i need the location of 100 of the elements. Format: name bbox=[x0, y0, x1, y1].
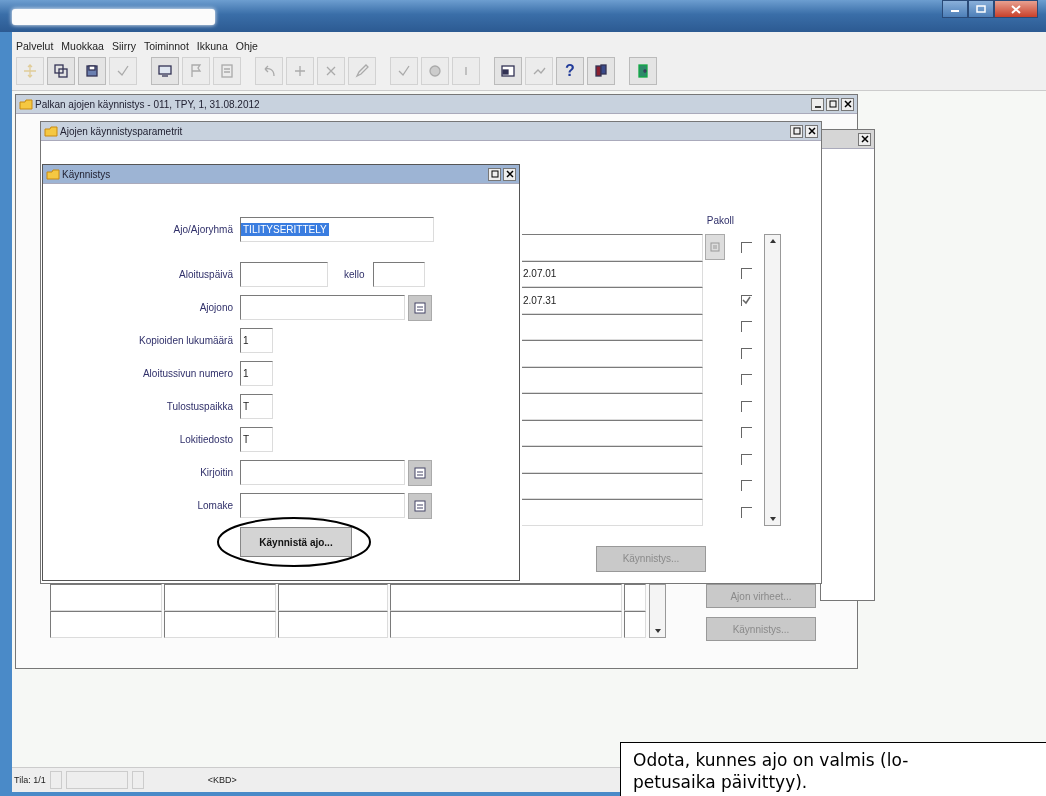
status-cell bbox=[65, 771, 128, 789]
window-icon bbox=[19, 98, 33, 110]
input-field[interactable]: 1 bbox=[240, 328, 273, 353]
arrows-icon bbox=[23, 64, 37, 78]
input-field[interactable]: T bbox=[240, 427, 273, 452]
maximize-button[interactable] bbox=[790, 124, 803, 138]
maximize-icon bbox=[976, 5, 986, 13]
status-text: <KBD> bbox=[207, 775, 237, 785]
list-button[interactable] bbox=[408, 492, 432, 519]
table-cell bbox=[624, 611, 646, 638]
menu-item[interactable]: Palvelut bbox=[16, 40, 54, 52]
field-label: kello bbox=[344, 269, 365, 280]
note-text: Odota, kunnes ajo on valmis (lo- petusaika päivittyy). bbox=[633, 749, 910, 793]
list-icon bbox=[414, 466, 426, 479]
maximize-button[interactable] bbox=[968, 0, 994, 18]
menu-item[interactable]: Ikkuna bbox=[196, 40, 228, 52]
menu-item[interactable]: Siirry bbox=[111, 40, 136, 52]
checkbox[interactable] bbox=[741, 506, 752, 518]
document-icon bbox=[220, 64, 234, 78]
checkbox[interactable] bbox=[741, 321, 752, 333]
input-field[interactable] bbox=[240, 493, 405, 518]
window-title: Palkan ajojen käynnistys - 011, TPY, 1, 31.08.2012 bbox=[35, 98, 260, 110]
menu-item[interactable]: Muokkaa bbox=[61, 40, 104, 52]
scrollbar[interactable] bbox=[649, 584, 666, 638]
toolbar-button[interactable]: ? bbox=[556, 57, 584, 85]
status-cell bbox=[49, 771, 62, 789]
input-field[interactable] bbox=[522, 499, 703, 526]
input-field[interactable] bbox=[240, 295, 405, 320]
scrollbar[interactable] bbox=[764, 233, 781, 526]
input-field[interactable]: TILITYSERITTELY bbox=[240, 217, 434, 242]
input-field[interactable]: T bbox=[240, 394, 273, 419]
input-field[interactable] bbox=[522, 313, 703, 340]
window-title: Ajojen käynnistysparametrit bbox=[60, 125, 183, 137]
close-button[interactable] bbox=[841, 97, 854, 111]
checkbox[interactable] bbox=[741, 374, 752, 386]
close-icon bbox=[1011, 4, 1021, 14]
window-title: Käynnistys bbox=[62, 168, 111, 180]
list-button[interactable] bbox=[408, 294, 432, 321]
field-label: Ajojono bbox=[198, 302, 233, 313]
field-label: Aloitussivun numero bbox=[141, 368, 233, 379]
input-field[interactable] bbox=[522, 393, 703, 420]
maximize-button[interactable] bbox=[826, 97, 839, 111]
books-icon bbox=[594, 64, 608, 78]
toolbar-button[interactable] bbox=[587, 57, 615, 85]
input-field[interactable]: 1 bbox=[240, 361, 273, 386]
checkbox[interactable] bbox=[741, 268, 752, 280]
list-button[interactable] bbox=[408, 459, 432, 486]
close-button[interactable] bbox=[994, 0, 1038, 18]
checkbox[interactable] bbox=[741, 453, 752, 465]
input-field[interactable] bbox=[522, 446, 703, 473]
minimize-button[interactable] bbox=[811, 97, 824, 111]
input-field[interactable] bbox=[522, 234, 703, 261]
checkbox[interactable] bbox=[741, 241, 752, 253]
checkbox[interactable] bbox=[741, 480, 752, 492]
maximize-button[interactable] bbox=[488, 167, 501, 181]
field-label: Kirjoitin bbox=[199, 467, 233, 478]
input-field[interactable] bbox=[522, 366, 703, 393]
save-icon bbox=[85, 64, 99, 78]
checkbox[interactable] bbox=[741, 400, 752, 412]
copy-icon bbox=[54, 64, 68, 78]
menu-item[interactable]: Ohje bbox=[235, 40, 258, 52]
input-field[interactable] bbox=[522, 472, 703, 499]
checkbox[interactable] bbox=[741, 347, 752, 359]
plus-icon bbox=[293, 64, 307, 78]
input-field[interactable] bbox=[240, 262, 328, 287]
list-icon bbox=[414, 301, 426, 314]
toolbar-button[interactable] bbox=[494, 57, 522, 85]
minimize-button[interactable] bbox=[942, 0, 968, 18]
window-icon bbox=[501, 64, 515, 78]
close-button[interactable] bbox=[503, 167, 516, 181]
checkbox[interactable] bbox=[741, 427, 752, 439]
field-label: Lomake bbox=[196, 500, 233, 511]
cross-icon bbox=[324, 64, 338, 78]
close-button[interactable] bbox=[858, 132, 871, 146]
list-icon bbox=[414, 499, 426, 512]
toolbar-button[interactable] bbox=[78, 57, 106, 85]
check-icon bbox=[116, 64, 130, 78]
door-icon bbox=[636, 64, 650, 78]
arrow-icon bbox=[262, 64, 276, 78]
input-field[interactable] bbox=[522, 419, 703, 446]
input-field[interactable]: 2.07.31 bbox=[522, 287, 703, 314]
monitor-icon bbox=[158, 64, 172, 78]
input-field[interactable]: 2.07.01 bbox=[522, 260, 703, 287]
menu-item[interactable]: Toiminnot bbox=[143, 40, 189, 52]
pencil-icon bbox=[355, 64, 369, 78]
circle-icon bbox=[428, 64, 442, 78]
close-button[interactable] bbox=[805, 124, 818, 138]
field-label: Kopioiden lukumäärä bbox=[138, 335, 233, 346]
checkbox[interactable] bbox=[741, 294, 752, 306]
input-field[interactable] bbox=[240, 460, 405, 485]
input-field[interactable] bbox=[372, 262, 425, 287]
list-button[interactable] bbox=[705, 234, 725, 261]
status-cell bbox=[131, 771, 144, 789]
window-icon bbox=[44, 125, 58, 137]
check-icon bbox=[397, 64, 411, 78]
field-label: Aloituspäivä bbox=[178, 269, 233, 280]
flag-icon bbox=[189, 64, 203, 78]
start-run-button[interactable]: Käynnistä ajo... bbox=[240, 527, 352, 557]
status-text: Tila: 1/1 bbox=[14, 775, 46, 785]
input-field[interactable] bbox=[522, 340, 703, 367]
